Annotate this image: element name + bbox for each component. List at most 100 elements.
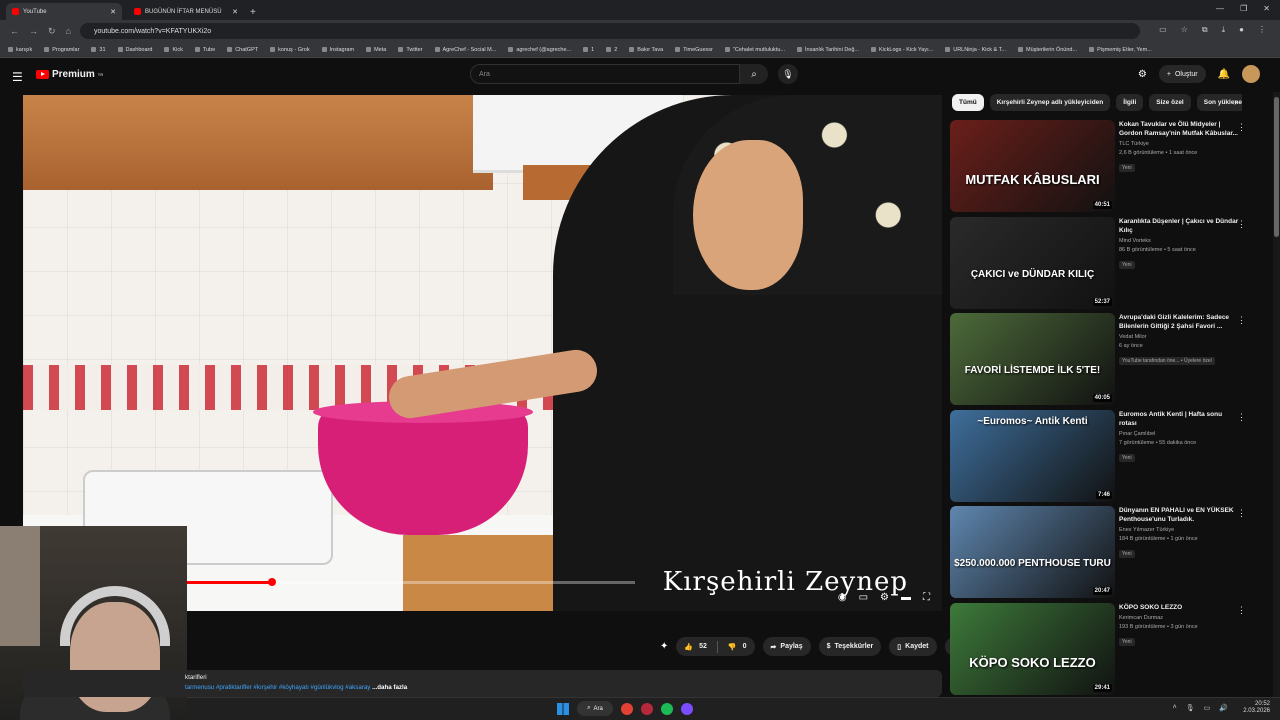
- bookmark-item[interactable]: Pişmemiş Etler, Yem...: [1089, 47, 1152, 53]
- like-dislike-button[interactable]: 👍 52 👎 0: [676, 637, 755, 656]
- recommended-video[interactable]: ~Euromos~ Antik Kenti 7:46 Euromos Antik K…: [950, 409, 1250, 502]
- volume-icon[interactable]: 🔊: [1219, 704, 1228, 712]
- url-field[interactable]: youtube.com/watch?v=KFATYUKXi2o: [80, 23, 1140, 39]
- bookmark-item[interactable]: Twitter: [398, 47, 423, 53]
- bookmark-item[interactable]: Kick: [164, 47, 183, 53]
- channel-name[interactable]: Enes Yılmazer Türkiye: [1119, 527, 1241, 533]
- bookmark-item[interactable]: URLNinja - Kick & T...: [945, 47, 1006, 53]
- download-icon[interactable]: ⤓: [1222, 25, 1226, 35]
- create-button[interactable]: + Oluştur: [1158, 65, 1206, 83]
- thumbs-down-icon[interactable]: 👎: [728, 643, 737, 651]
- windows-start-icon[interactable]: [557, 702, 569, 715]
- avatar[interactable]: [1242, 65, 1260, 83]
- chrome-icon[interactable]: [621, 702, 633, 715]
- bookmark-item[interactable]: AgreChef - Social M...: [434, 47, 496, 53]
- menu-icon[interactable]: ⋮: [1258, 25, 1266, 35]
- recommended-video[interactable]: ÇAKICI ve DÜNDAR KILIÇ 52:37 Karanlıkta Dü…: [950, 216, 1250, 309]
- gear-icon[interactable]: ⚙: [1138, 69, 1147, 80]
- bookmark-item[interactable]: "Cehalet mutluluktu...: [724, 47, 785, 53]
- video-thumbnail[interactable]: ~Euromos~ Antik Kenti 7:46: [950, 409, 1115, 502]
- filter-chip[interactable]: İlgili: [1116, 94, 1144, 111]
- close-tab-icon[interactable]: ✕: [110, 8, 116, 16]
- bookmark-item[interactable]: Müşterilerin Önünd...: [1018, 47, 1077, 53]
- new-tab-icon[interactable]: +: [250, 7, 256, 18]
- bookmark-item[interactable]: Dashboard: [117, 47, 152, 53]
- sparkle-icon[interactable]: ✦: [660, 641, 668, 652]
- tab-youtube[interactable]: YouTube ✕: [6, 3, 122, 20]
- bookmark-item[interactable]: TimeGuessr: [675, 47, 713, 53]
- hashtags[interactable]: tarmenusu #pratiktarifler #kırşehir #köy…: [185, 684, 370, 691]
- bookmark-item[interactable]: İnsanlık Tarihini Değ...: [796, 47, 859, 53]
- bookmark-item[interactable]: Instagram: [321, 47, 354, 53]
- bookmark-item[interactable]: ChatGPT: [227, 47, 258, 53]
- filter-chip[interactable]: Kırşehirli Zeynep adlı yükleyiciden: [989, 94, 1111, 111]
- thanks-button[interactable]: $ Teşekkürler: [818, 637, 882, 656]
- bookmark-item[interactable]: karışık: [8, 47, 32, 53]
- more-vert-icon[interactable]: ⋮: [1237, 122, 1246, 133]
- forward-icon[interactable]: →: [29, 26, 38, 36]
- video-description[interactable]: ktarifleri tarmenusu #pratiktarifler #kı…: [23, 670, 942, 697]
- recommended-video[interactable]: KÖPO SOKO LEZZO 29:41 KÖPO SOKO LEZZO Kerim…: [950, 602, 1250, 695]
- youtube-logo[interactable]: Premium TR: [36, 69, 103, 80]
- share-button[interactable]: ➦ Paylaş: [762, 637, 811, 656]
- close-tab-icon[interactable]: ✕: [232, 8, 238, 16]
- more-vert-icon[interactable]: ⋮: [1237, 508, 1246, 519]
- taskbar-search[interactable]: ⌕ Ara: [577, 701, 613, 716]
- recommended-video[interactable]: $250.000.000 PENTHOUSE TURU 20:47 Dünyanın…: [950, 506, 1250, 598]
- bookmark-item[interactable]: konuş - Grok: [270, 47, 310, 53]
- close-window-icon[interactable]: ✕: [1263, 4, 1270, 13]
- autoplay-icon[interactable]: ◉: [838, 592, 847, 603]
- video-title[interactable]: Avrupa'daki Gizli Kalelerim: Sadece Bile…: [1119, 313, 1241, 331]
- page-scrollbar[interactable]: [1273, 92, 1280, 720]
- clock[interactable]: 20:52 2.03.2026: [1243, 701, 1270, 715]
- video-title[interactable]: Kokan Tavuklar ve Ölü Midyeler | Gordon …: [1119, 120, 1241, 138]
- video-title[interactable]: Dünyanın EN PAHALI ve EN YÜKSEK Penthous…: [1119, 506, 1241, 524]
- bookmark-item[interactable]: Meta: [366, 47, 386, 53]
- search-input[interactable]: Ara: [470, 64, 740, 84]
- microphone-icon[interactable]: 🎙: [1186, 704, 1195, 712]
- video-thumbnail[interactable]: KÖPO SOKO LEZZO 29:41: [950, 602, 1115, 695]
- chevron-up-icon[interactable]: ˄: [1173, 704, 1177, 712]
- bookmark-item[interactable]: agrechef (@agreche...: [508, 47, 571, 53]
- video-title[interactable]: Euromos Antik Kenti | Hafta sonu rotası: [1119, 410, 1241, 428]
- maximize-icon[interactable]: ❐: [1240, 4, 1247, 13]
- channel-name[interactable]: TLC Türkiye: [1119, 141, 1241, 147]
- recommended-video[interactable]: FAVORİ LİSTEMDE İLK 5'TE! 40:05 Avrupa'dak…: [950, 313, 1250, 405]
- tab-iftar[interactable]: BUGÜNÜN İFTAR MENÜSÜ ✕: [128, 3, 244, 20]
- bookmark-item[interactable]: Bakır Tava: [629, 47, 663, 53]
- video-thumbnail[interactable]: MUTFAK KÂBUSLARI 40:51: [950, 120, 1115, 212]
- show-more-link[interactable]: ...daha fazla: [372, 684, 407, 691]
- minimize-icon[interactable]: —: [1216, 4, 1224, 13]
- save-button[interactable]: ▯ Kaydet: [889, 637, 937, 656]
- profile-icon[interactable]: ●: [1239, 25, 1244, 35]
- reload-icon[interactable]: ↻: [48, 26, 56, 37]
- spotify-icon[interactable]: [661, 702, 673, 715]
- bookmark-item[interactable]: 1: [583, 47, 594, 53]
- subtitles-icon[interactable]: ▭: [859, 592, 868, 603]
- video-thumbnail[interactable]: ÇAKICI ve DÜNDAR KILIÇ 52:37: [950, 216, 1115, 309]
- video-thumbnail[interactable]: $250.000.000 PENTHOUSE TURU 20:47: [950, 506, 1115, 598]
- bookmark-item[interactable]: Tube: [194, 47, 215, 53]
- recommended-video[interactable]: MUTFAK KÂBUSLARI 40:51 Kokan Tavuklar ve Ö…: [950, 120, 1250, 212]
- more-vert-icon[interactable]: ⋮: [1237, 412, 1246, 423]
- microphone-icon[interactable]: 🎙: [778, 64, 798, 84]
- settings-icon[interactable]: ⚙: [880, 592, 889, 603]
- chevron-right-icon[interactable]: ›: [1234, 97, 1237, 108]
- home-icon[interactable]: ⌂: [66, 26, 71, 36]
- bookmark-item[interactable]: 2: [606, 47, 617, 53]
- star-icon[interactable]: ☆: [1181, 25, 1188, 35]
- more-vert-icon[interactable]: ⋮: [1237, 605, 1246, 616]
- menu-icon[interactable]: ☰: [12, 70, 23, 84]
- bell-icon[interactable]: 🔔: [1218, 69, 1230, 80]
- extensions-icon[interactable]: ⧉: [1202, 25, 1208, 35]
- app-icon[interactable]: [641, 702, 653, 715]
- channel-name[interactable]: Vedat Milor: [1119, 334, 1241, 340]
- fullscreen-icon[interactable]: ⛶: [923, 592, 930, 603]
- scrollbar-thumb[interactable]: [1274, 97, 1279, 237]
- thumbs-up-icon[interactable]: 👍: [684, 643, 693, 651]
- more-vert-icon[interactable]: ⋮: [1237, 219, 1246, 230]
- discord-icon[interactable]: [681, 702, 693, 715]
- bookmark-item[interactable]: KickLogs - Kick Yayı...: [871, 47, 933, 53]
- channel-name[interactable]: Kerimcan Durmaz: [1119, 615, 1241, 621]
- video-title[interactable]: KÖPO SOKO LEZZO: [1119, 603, 1241, 612]
